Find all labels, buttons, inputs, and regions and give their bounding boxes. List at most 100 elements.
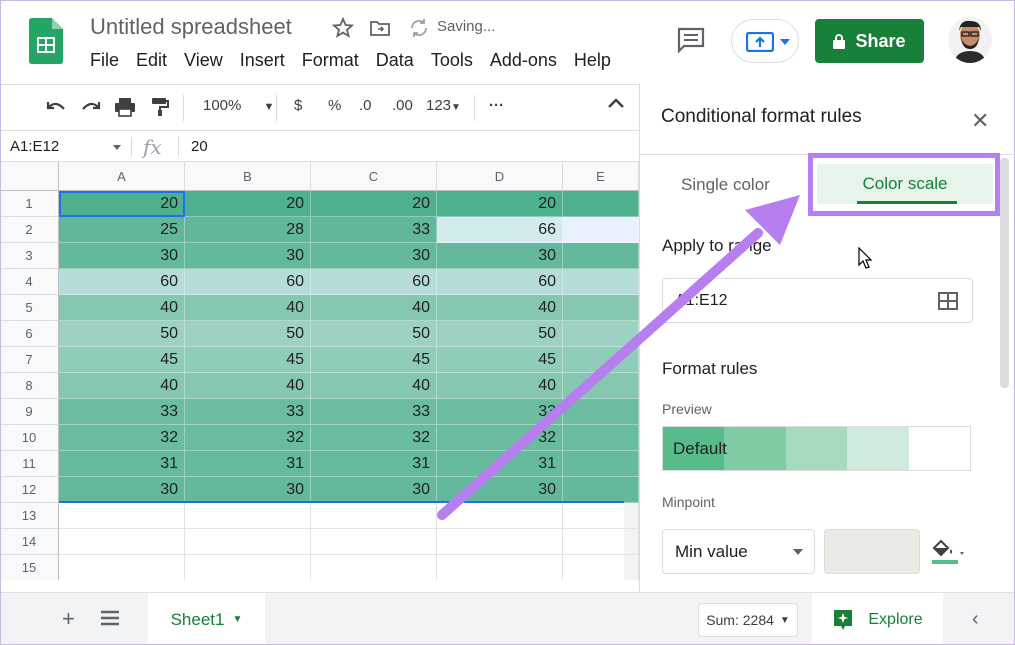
grid-cell[interactable] xyxy=(185,529,311,555)
grid-cell[interactable]: 40 xyxy=(437,373,563,399)
select-range-icon[interactable] xyxy=(938,292,958,310)
explore-button[interactable]: Explore xyxy=(812,593,943,645)
increase-decimal-button[interactable]: .00 xyxy=(392,97,413,114)
row-header[interactable]: 5 xyxy=(0,295,59,321)
minpoint-select[interactable]: Min value xyxy=(662,529,815,574)
grid-cell[interactable] xyxy=(185,555,311,580)
grid-cell[interactable]: 32 xyxy=(185,425,311,451)
grid-cell[interactable]: 33 xyxy=(311,217,437,243)
color-scale-preview[interactable]: Default xyxy=(662,426,971,471)
grid-cell[interactable]: 32 xyxy=(59,425,185,451)
all-sheets-icon[interactable] xyxy=(101,610,119,626)
grid-cell[interactable] xyxy=(563,191,639,217)
grid-cell[interactable]: 30 xyxy=(59,243,185,269)
row-header[interactable]: 7 xyxy=(0,347,59,373)
present-button[interactable] xyxy=(731,19,799,63)
minpoint-value-input[interactable] xyxy=(824,529,920,574)
menu-tools[interactable]: Tools xyxy=(431,50,473,71)
close-icon[interactable]: ✕ xyxy=(971,108,989,134)
grid-cell[interactable]: 33 xyxy=(437,399,563,425)
grid-cell[interactable]: 40 xyxy=(185,373,311,399)
grid-cell[interactable]: 45 xyxy=(185,347,311,373)
row-header[interactable]: 8 xyxy=(0,373,59,399)
share-button[interactable]: Share xyxy=(815,19,924,63)
menu-edit[interactable]: Edit xyxy=(136,50,167,71)
grid-cell[interactable]: 45 xyxy=(437,347,563,373)
grid-cell[interactable] xyxy=(59,555,185,580)
column-header-b[interactable]: B xyxy=(185,162,311,191)
range-input[interactable]: A1:E12 xyxy=(662,278,973,323)
grid-cell[interactable]: 33 xyxy=(311,399,437,425)
sheet-tab[interactable]: Sheet1 ▼ xyxy=(148,593,265,645)
grid-cell[interactable] xyxy=(563,529,639,555)
grid-cell[interactable] xyxy=(563,321,639,347)
grid-cell[interactable] xyxy=(59,529,185,555)
grid-cell[interactable] xyxy=(563,217,639,243)
grid-cell[interactable] xyxy=(437,555,563,580)
grid-cell[interactable] xyxy=(437,503,563,529)
sheets-logo[interactable] xyxy=(29,18,63,64)
more-formats-button[interactable]: 123▼ xyxy=(426,97,461,114)
grid-cell[interactable]: 60 xyxy=(311,269,437,295)
grid-cell[interactable] xyxy=(563,347,639,373)
fill-color-icon[interactable] xyxy=(930,536,966,568)
select-all-corner[interactable] xyxy=(0,162,59,191)
grid-cell[interactable] xyxy=(563,243,639,269)
grid-cell[interactable]: 30 xyxy=(59,477,185,503)
menu-addons[interactable]: Add-ons xyxy=(490,50,557,71)
column-header-a[interactable]: A xyxy=(59,162,185,191)
comment-icon[interactable] xyxy=(676,26,706,54)
chevron-down-icon[interactable]: ▼ xyxy=(232,614,242,625)
grid-cell[interactable] xyxy=(311,529,437,555)
grid-cell[interactable] xyxy=(563,269,639,295)
grid-cell[interactable]: 31 xyxy=(59,451,185,477)
grid-cell[interactable] xyxy=(563,373,639,399)
row-header[interactable]: 4 xyxy=(0,269,59,295)
decrease-decimal-button[interactable]: .0 xyxy=(359,97,372,114)
grid-cell[interactable]: 40 xyxy=(185,295,311,321)
grid-cell[interactable]: 50 xyxy=(59,321,185,347)
grid-cell[interactable]: 20 xyxy=(59,191,185,217)
grid-cell[interactable]: 20 xyxy=(437,191,563,217)
grid-cell[interactable]: 40 xyxy=(311,295,437,321)
grid-cell[interactable] xyxy=(563,555,639,580)
column-header-d[interactable]: D xyxy=(437,162,563,191)
grid-cell[interactable]: 30 xyxy=(311,477,437,503)
grid-cell[interactable]: 40 xyxy=(59,373,185,399)
grid-cell[interactable]: 32 xyxy=(311,425,437,451)
menu-file[interactable]: File xyxy=(90,50,119,71)
grid-cell[interactable]: 33 xyxy=(59,399,185,425)
row-header[interactable]: 2 xyxy=(0,217,59,243)
grid-cell[interactable]: 31 xyxy=(437,451,563,477)
document-title[interactable]: Untitled spreadsheet xyxy=(90,14,292,40)
row-header[interactable]: 1 xyxy=(0,191,59,217)
avatar[interactable] xyxy=(948,17,992,63)
star-icon[interactable] xyxy=(331,16,355,40)
menu-insert[interactable]: Insert xyxy=(240,50,285,71)
tab-single-color[interactable]: Single color xyxy=(681,175,770,195)
grid-cell[interactable]: 45 xyxy=(311,347,437,373)
grid-cell[interactable]: 20 xyxy=(185,191,311,217)
sum-box[interactable]: Sum: 2284 ▼ xyxy=(698,603,798,637)
menu-data[interactable]: Data xyxy=(376,50,414,71)
grid-cell[interactable] xyxy=(563,295,639,321)
column-header-c[interactable]: C xyxy=(311,162,437,191)
grid-cell[interactable]: 30 xyxy=(185,477,311,503)
zoom-select[interactable]: 100% ▼ xyxy=(203,97,274,114)
row-header[interactable]: 14 xyxy=(0,529,59,555)
grid-cell[interactable] xyxy=(185,503,311,529)
row-header[interactable]: 15 xyxy=(0,555,59,580)
grid-cell[interactable]: 60 xyxy=(59,269,185,295)
grid-cell[interactable]: 30 xyxy=(185,243,311,269)
undo-icon[interactable] xyxy=(45,97,67,117)
grid-cell[interactable] xyxy=(311,555,437,580)
grid-cell[interactable]: 40 xyxy=(59,295,185,321)
tab-color-scale[interactable]: Color scale xyxy=(817,164,993,204)
spreadsheet-grid[interactable]: A B C D E 1 20 20 20 20 2 25 28 33 66 3 30 30 30 30 4 60 60 60 6… xyxy=(0,162,639,580)
row-header[interactable]: 13 xyxy=(0,503,59,529)
row-header[interactable]: 9 xyxy=(0,399,59,425)
grid-cell[interactable] xyxy=(563,477,639,503)
panel-scrollbar[interactable] xyxy=(1000,158,1009,388)
paint-format-icon[interactable] xyxy=(150,97,170,117)
grid-cell[interactable]: 30 xyxy=(437,477,563,503)
